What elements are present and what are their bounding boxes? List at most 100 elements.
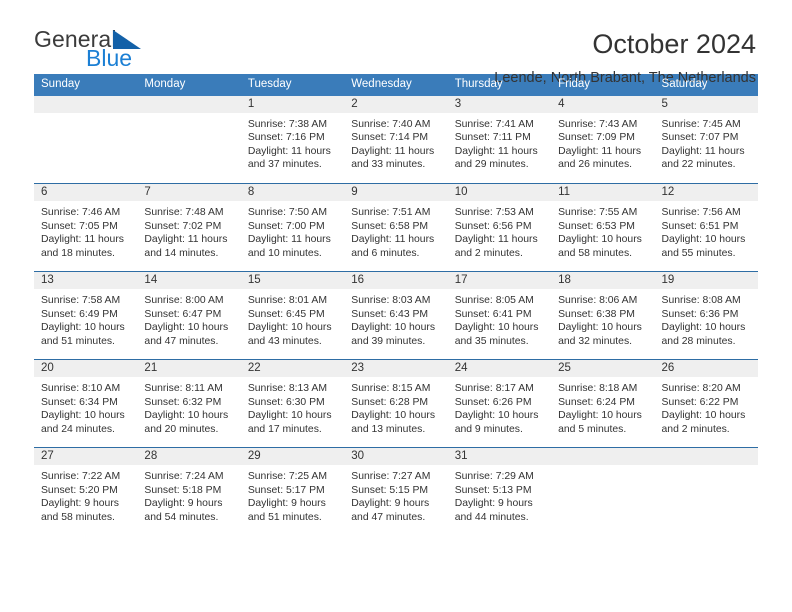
daylight-text-line1: Daylight: 10 hours	[558, 322, 642, 334]
day-details: Sunrise: 7:50 AM Sunset: 7:00 PM Daylight:…	[241, 201, 344, 260]
sunrise-text: Sunrise: 8:17 AM	[454, 383, 534, 394]
calendar-day-cell[interactable]: 11 Sunrise: 7:55 AM Sunset: 6:53 PM Dayligh…	[551, 183, 655, 272]
day-details: Sunrise: 7:56 AM Sunset: 6:51 PM Daylight:…	[655, 201, 758, 260]
daylight-text-line2: and 35 minutes.	[454, 335, 529, 347]
daylight-text-line2: and 43 minutes.	[247, 335, 322, 347]
sunrise-text: Sunrise: 7:41 AM	[454, 118, 534, 130]
daylight-text-line1: Daylight: 10 hours	[351, 410, 436, 422]
calendar-day-cell[interactable]: 2 Sunrise: 7:40 AM Sunset: 7:14 PM Daylight…	[344, 95, 448, 184]
day-details: Sunrise: 8:06 AM Sunset: 6:38 PM Daylight:…	[551, 289, 654, 348]
day-details: Sunrise: 8:08 AM Sunset: 6:36 PM Daylight:…	[655, 289, 758, 348]
daylight-text-line1: Daylight: 11 hours	[454, 234, 538, 246]
calendar-week-row: 20 Sunrise: 8:10 AM Sunset: 6:34 PM Dayligh…	[34, 359, 758, 448]
sunrise-text: Sunrise: 7:22 AM	[41, 471, 121, 482]
day-number	[654, 448, 758, 465]
calendar-day-cell[interactable]: 9 Sunrise: 7:51 AM Sunset: 6:58 PM Daylight…	[344, 183, 448, 272]
daylight-text-line2: and 2 minutes.	[454, 247, 523, 259]
calendar-day-cell[interactable]: 23 Sunrise: 8:15 AM Sunset: 6:28 PM Dayligh…	[344, 359, 448, 448]
day-details: Sunrise: 8:15 AM Sunset: 6:28 PM Daylight:…	[344, 377, 447, 436]
daylight-text-line1: Daylight: 10 hours	[144, 410, 229, 422]
day-number: 17	[447, 272, 552, 289]
sunrise-text: Sunrise: 8:18 AM	[558, 383, 638, 394]
calendar-day-cell[interactable]: 6 Sunrise: 7:46 AM Sunset: 7:05 PM Daylight…	[34, 183, 138, 272]
sunrise-text: Sunrise: 8:20 AM	[661, 383, 741, 394]
sunset-text: Sunset: 7:14 PM	[351, 132, 429, 144]
day-number: 16	[344, 272, 448, 289]
sunset-text: Sunset: 7:00 PM	[247, 220, 325, 232]
weekday-header-tuesday: Tuesday	[240, 74, 345, 96]
sunset-text: Sunset: 5:15 PM	[351, 484, 429, 496]
day-details: Sunrise: 8:11 AM Sunset: 6:32 PM Daylight:…	[137, 377, 240, 436]
page-title: October 2024	[592, 29, 756, 59]
daylight-text-line2: and 58 minutes.	[558, 247, 633, 259]
calendar-day-cell[interactable]: 27 Sunrise: 7:22 AM Sunset: 5:20 PM Dayligh…	[34, 447, 138, 536]
logo-blue-text: Blue	[86, 45, 133, 71]
calendar-day-cell[interactable]: 7 Sunrise: 7:48 AM Sunset: 7:02 PM Daylight…	[137, 183, 241, 272]
sunset-text: Sunset: 6:24 PM	[558, 396, 635, 408]
day-number: 24	[447, 360, 552, 377]
sunset-text: Sunset: 7:16 PM	[247, 132, 325, 144]
calendar-day-cell[interactable]: 25 Sunrise: 8:18 AM Sunset: 6:24 PM Dayligh…	[551, 359, 655, 448]
sunset-text: Sunset: 5:18 PM	[144, 484, 222, 496]
daylight-text-line1: Daylight: 9 hours	[351, 498, 430, 510]
sunrise-text: Sunrise: 7:50 AM	[247, 207, 327, 218]
calendar-day-cell[interactable]: 22 Sunrise: 8:13 AM Sunset: 6:30 PM Dayligh…	[240, 359, 345, 448]
calendar-day-cell[interactable]: 15 Sunrise: 8:01 AM Sunset: 6:45 PM Dayligh…	[240, 271, 345, 360]
calendar-day-cell[interactable]: 4 Sunrise: 7:43 AM Sunset: 7:09 PM Daylight…	[551, 95, 655, 184]
sunset-text: Sunset: 6:58 PM	[351, 220, 429, 232]
sunset-text: Sunset: 6:49 PM	[41, 308, 118, 320]
sunrise-text: Sunrise: 8:13 AM	[247, 383, 327, 394]
calendar-day-cell[interactable]: 18 Sunrise: 8:06 AM Sunset: 6:38 PM Dayligh…	[551, 271, 655, 360]
day-details: Sunrise: 7:38 AM Sunset: 7:16 PM Daylight:…	[241, 113, 344, 172]
daylight-text-line1: Daylight: 9 hours	[247, 498, 326, 510]
calendar-day-cell[interactable]: 21 Sunrise: 8:11 AM Sunset: 6:32 PM Dayligh…	[137, 359, 241, 448]
calendar-day-cell[interactable]: 30 Sunrise: 7:27 AM Sunset: 5:15 PM Dayligh…	[344, 447, 448, 536]
calendar-day-cell[interactable]: 28 Sunrise: 7:24 AM Sunset: 5:18 PM Dayligh…	[137, 447, 241, 536]
calendar-day-cell[interactable]: 3 Sunrise: 7:41 AM Sunset: 7:11 PM Daylight…	[447, 95, 552, 184]
calendar-week-row: 6 Sunrise: 7:46 AM Sunset: 7:05 PM Daylight…	[34, 183, 758, 272]
sunset-text: Sunset: 7:05 PM	[41, 220, 118, 232]
day-details: Sunrise: 8:03 AM Sunset: 6:43 PM Daylight:…	[344, 289, 447, 348]
calendar-day-cell-empty	[137, 95, 241, 184]
sunset-text: Sunset: 6:38 PM	[558, 308, 635, 320]
day-number	[137, 95, 241, 113]
calendar-day-cell[interactable]: 8 Sunrise: 7:50 AM Sunset: 7:00 PM Daylight…	[240, 183, 345, 272]
sunset-text: Sunset: 5:13 PM	[454, 484, 532, 496]
daylight-text-line2: and 9 minutes.	[454, 423, 523, 435]
weekday-header-sunday: Sunday	[34, 74, 138, 96]
day-number: 9	[344, 184, 448, 201]
general-blue-logo[interactable]: General Blue	[34, 28, 141, 70]
calendar-day-cell[interactable]: 10 Sunrise: 7:53 AM Sunset: 6:56 PM Dayligh…	[447, 183, 552, 272]
page-header: General Blue October 2024 Leende, North …	[0, 0, 792, 86]
sunset-text: Sunset: 6:56 PM	[454, 220, 532, 232]
sunrise-text: Sunrise: 7:56 AM	[661, 207, 741, 218]
day-number: 27	[34, 448, 138, 465]
daylight-text-line1: Daylight: 10 hours	[41, 322, 125, 334]
daylight-text-line2: and 37 minutes.	[247, 159, 322, 171]
day-details: Sunrise: 7:40 AM Sunset: 7:14 PM Daylight:…	[344, 113, 447, 172]
calendar-day-cell[interactable]: 12 Sunrise: 7:56 AM Sunset: 6:51 PM Dayligh…	[654, 183, 758, 272]
day-number: 15	[240, 272, 345, 289]
calendar-day-cell[interactable]: 19 Sunrise: 8:08 AM Sunset: 6:36 PM Dayligh…	[654, 271, 758, 360]
calendar-day-cell[interactable]: 26 Sunrise: 8:20 AM Sunset: 6:22 PM Dayligh…	[654, 359, 758, 448]
calendar-day-cell[interactable]: 14 Sunrise: 8:00 AM Sunset: 6:47 PM Dayligh…	[137, 271, 241, 360]
calendar-day-cell[interactable]: 20 Sunrise: 8:10 AM Sunset: 6:34 PM Dayligh…	[34, 359, 138, 448]
sunset-text: Sunset: 6:53 PM	[558, 220, 635, 232]
calendar-day-cell[interactable]: 17 Sunrise: 8:05 AM Sunset: 6:41 PM Dayligh…	[447, 271, 552, 360]
calendar-day-cell[interactable]: 31 Sunrise: 7:29 AM Sunset: 5:13 PM Dayligh…	[447, 447, 552, 536]
sunrise-text: Sunrise: 7:51 AM	[351, 207, 431, 218]
day-number: 12	[654, 184, 758, 201]
calendar-wrapper: Sunday Monday Tuesday Wednesday Thursday…	[0, 74, 792, 536]
calendar-day-cell[interactable]: 13 Sunrise: 7:58 AM Sunset: 6:49 PM Dayligh…	[34, 271, 138, 360]
calendar-day-cell[interactable]: 16 Sunrise: 8:03 AM Sunset: 6:43 PM Dayligh…	[344, 271, 448, 360]
calendar-day-cell-empty	[654, 447, 758, 536]
calendar-day-cell[interactable]: 24 Sunrise: 8:17 AM Sunset: 6:26 PM Dayligh…	[447, 359, 552, 448]
calendar-page: General Blue October 2024 Leende, North …	[0, 0, 792, 612]
day-number: 26	[654, 360, 758, 377]
calendar-day-cell[interactable]: 1 Sunrise: 7:38 AM Sunset: 7:16 PM Daylight…	[240, 95, 345, 184]
daylight-text-line1: Daylight: 10 hours	[144, 322, 229, 334]
calendar-day-cell[interactable]: 5 Sunrise: 7:45 AM Sunset: 7:07 PM Daylight…	[654, 95, 758, 184]
calendar-day-cell[interactable]: 29 Sunrise: 7:25 AM Sunset: 5:17 PM Dayligh…	[240, 447, 345, 536]
daylight-text-line1: Daylight: 11 hours	[558, 145, 642, 157]
weekday-header-monday: Monday	[137, 74, 241, 96]
